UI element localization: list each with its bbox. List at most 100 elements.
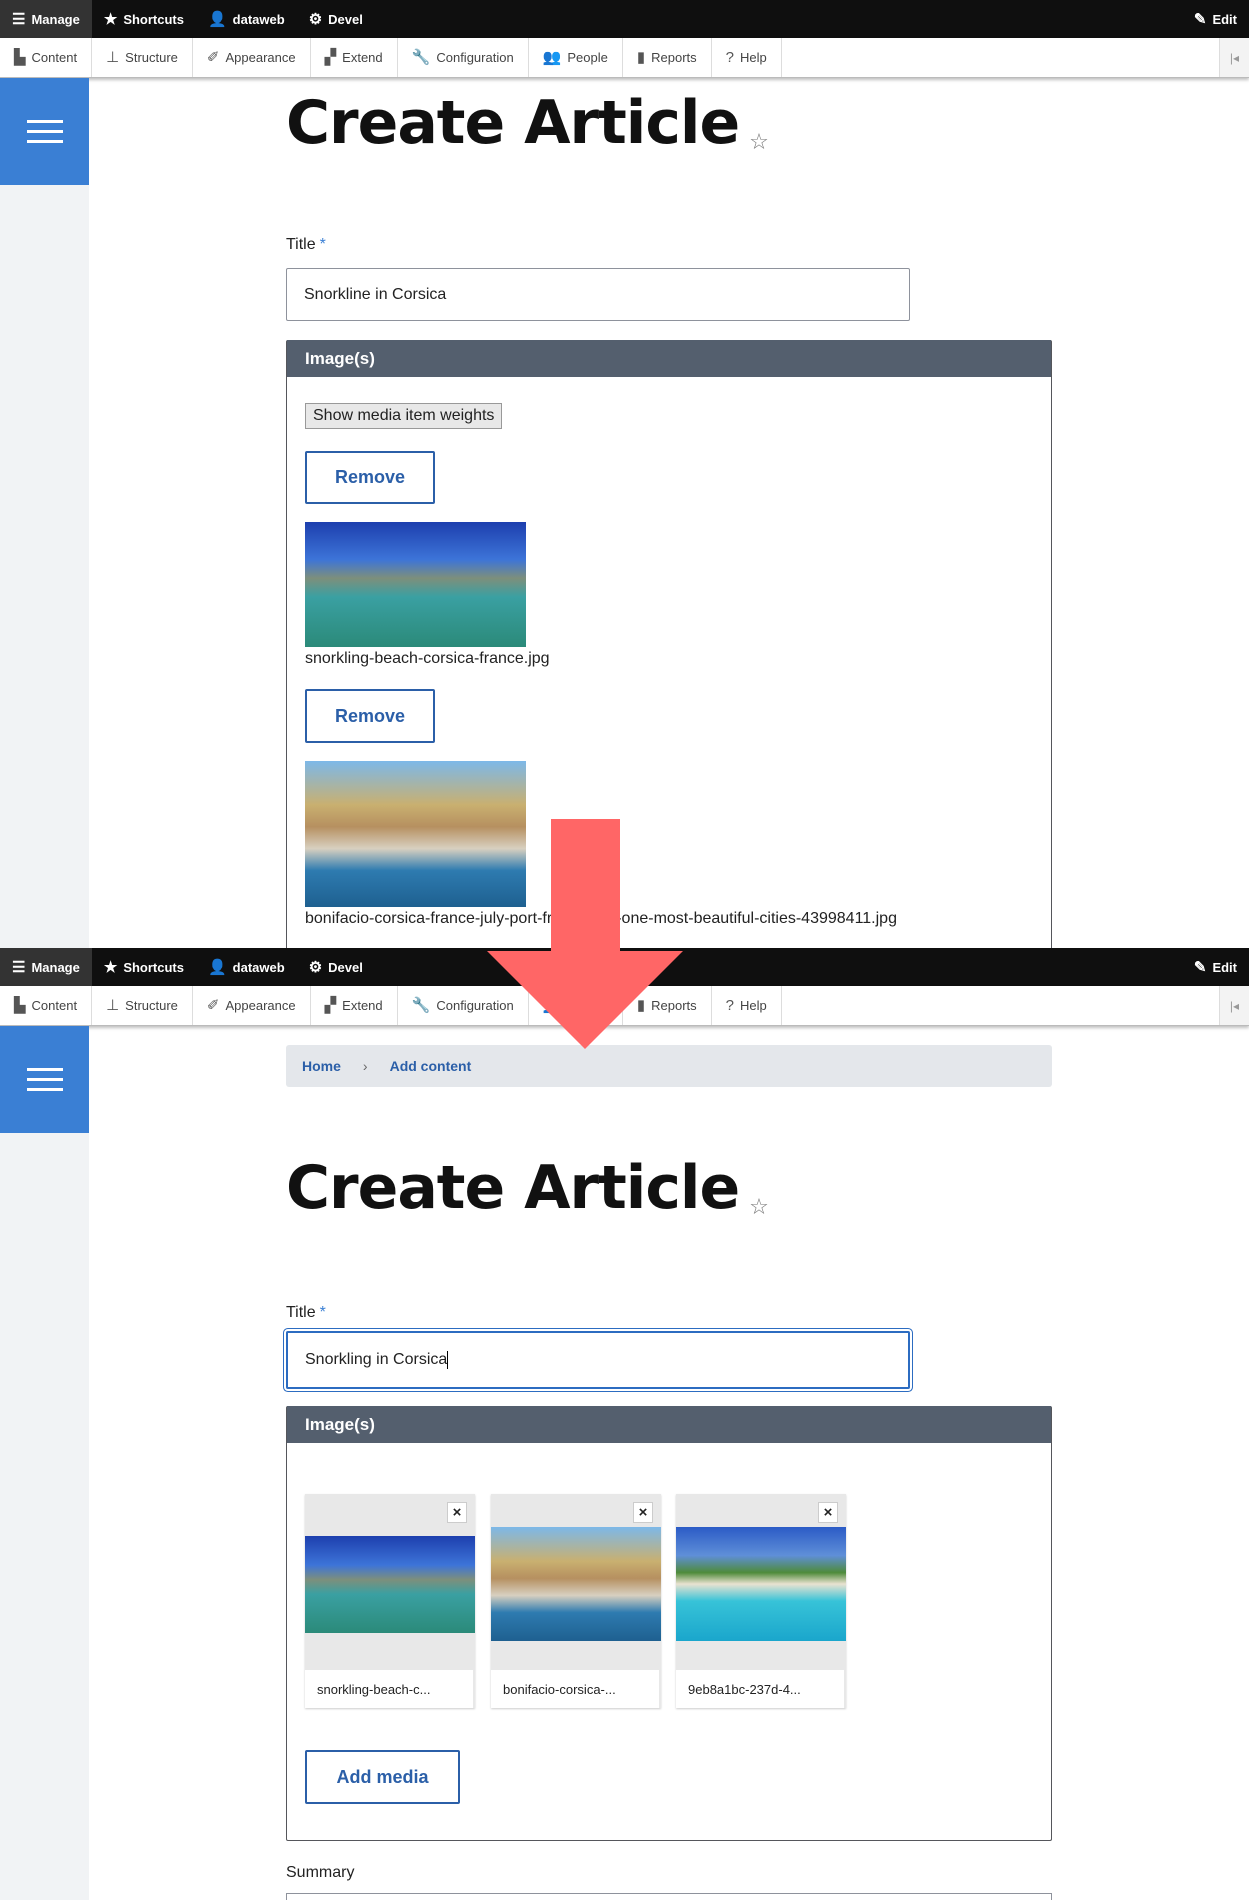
tray-label: Help (739, 50, 767, 65)
images-fieldset: Image(s) × snorkling-beach-c... × bonifa… (286, 1406, 1052, 1841)
star-icon: ★ (103, 10, 118, 28)
toolbar-manage[interactable]: ☰ Manage (0, 948, 92, 986)
shortcut-star-icon[interactable]: ☆ (749, 1195, 769, 1220)
tray-help[interactable]: ? Help (712, 38, 782, 77)
toolbar-edit-label: Edit (1212, 959, 1237, 975)
tray-help[interactable]: ? Help (712, 986, 782, 1025)
toolbar-edit[interactable]: ✎ Edit (1182, 0, 1249, 38)
tray-configuration[interactable]: 🔧 Configuration (398, 38, 529, 77)
remove-media-icon[interactable]: × (818, 1502, 838, 1523)
tray-label: Structure (125, 50, 178, 65)
pencil-icon: ✎ (1193, 10, 1207, 28)
show-weights-button[interactable]: Show media item weights (305, 403, 503, 429)
help-icon: ? (725, 997, 734, 1014)
page-title-text: Create Article (286, 88, 740, 158)
collapse-tray-icon[interactable]: |◂ (1219, 38, 1249, 77)
tray-appearance[interactable]: ✐ Appearance (193, 986, 311, 1025)
tray-content[interactable]: ▙ Content (0, 986, 93, 1025)
user-icon: 👤 (207, 10, 227, 28)
page-title: Create Article ☆ (286, 1153, 769, 1223)
puzzle-icon: ▞ (324, 49, 337, 66)
title-label: Title * (286, 1304, 326, 1322)
sitemap-icon: ⊥ (106, 997, 120, 1014)
toolbar-user[interactable]: 👤 dataweb (196, 0, 297, 38)
file-icon: ▙ (14, 997, 26, 1014)
puzzle-icon: ▞ (324, 997, 337, 1014)
fieldset-legend: Image(s) (287, 340, 1051, 377)
hamburger-menu-icon[interactable] (0, 1026, 89, 1133)
add-media-button[interactable]: Add media (305, 1750, 460, 1804)
summary-label: Summary (286, 1864, 355, 1881)
after-screenshot: ☰ Manage ★ Shortcuts 👤 dataweb ⚙ Devel ✎ Edit… (0, 948, 1249, 1900)
toolbar-devel-label: Devel (328, 11, 363, 27)
file-name: snorkling-beach-corsica-france.jpg (305, 650, 550, 667)
media-name: 9eb8a1bc-237d-4... (676, 1670, 844, 1708)
remove-button[interactable]: Remove (305, 689, 435, 743)
toolbar-shortcuts[interactable]: ★ Shortcuts (92, 0, 196, 38)
title-input-value: Snorkline in Corsica (304, 285, 447, 303)
toolbar-user-label: dataweb (232, 11, 285, 27)
title-label: Title * (286, 236, 326, 254)
toolbar-shortcuts-label: Shortcuts (123, 11, 184, 27)
toolbar-user[interactable]: 👤 dataweb (196, 948, 297, 986)
brush-icon: ✐ (206, 997, 220, 1014)
tray-label: Extend (342, 998, 383, 1013)
tray-people[interactable]: 👥 People (529, 986, 623, 1025)
toolbar-tray: ▙ Content ⊥ Structure ✐ Appearance ▞ Extend … (0, 986, 1249, 1026)
tray-extend[interactable]: ▞ Extend (311, 38, 398, 77)
breadcrumb: Home › Add content (286, 1045, 1052, 1087)
sidebar (0, 1026, 89, 1900)
file-icon: ▙ (14, 49, 26, 66)
brush-icon: ✐ (206, 49, 220, 66)
title-input[interactable]: Snorkline in Corsica (286, 268, 910, 321)
breadcrumb-add-content[interactable]: Add content (390, 1058, 472, 1074)
file-name: bonifacio-corsica-france-july-port-franc… (305, 910, 897, 927)
gear-icon: ⚙ (308, 10, 323, 28)
hamburger-menu-icon[interactable] (0, 78, 89, 185)
wrench-icon: 🔧 (411, 997, 431, 1014)
toolbar-edit[interactable]: ✎ Edit (1182, 948, 1249, 986)
tray-label: Appearance (225, 998, 296, 1013)
tray-content[interactable]: ▙ Content (0, 38, 93, 77)
toolbar-shortcuts[interactable]: ★ Shortcuts (92, 948, 196, 986)
tray-label: Content (31, 50, 78, 65)
menu-icon: ☰ (12, 958, 26, 976)
media-item[interactable]: × 9eb8a1bc-237d-4... (676, 1494, 846, 1708)
shortcut-star-icon[interactable]: ☆ (749, 130, 769, 155)
media-thumbnail (305, 1536, 475, 1633)
tray-extend[interactable]: ▞ Extend (311, 986, 398, 1025)
title-label-text: Title (286, 1304, 316, 1321)
tray-label: Structure (125, 998, 178, 1013)
tray-appearance[interactable]: ✐ Appearance (193, 38, 311, 77)
gear-icon: ⚙ (308, 958, 323, 976)
tray-label: Appearance (225, 50, 296, 65)
toolbar-manage-label: Manage (31, 11, 80, 27)
tray-label: People (567, 50, 608, 65)
summary-input[interactable] (286, 1893, 1052, 1900)
toolbar-shortcuts-label: Shortcuts (123, 959, 184, 975)
media-name: snorkling-beach-c... (305, 1670, 473, 1708)
media-item[interactable]: × bonifacio-corsica-... (491, 1494, 661, 1708)
toolbar-manage[interactable]: ☰ Manage (0, 0, 92, 38)
remove-button[interactable]: Remove (305, 451, 435, 504)
toolbar-devel[interactable]: ⚙ Devel (297, 0, 375, 38)
tray-people[interactable]: 👥 People (529, 38, 623, 77)
tray-structure[interactable]: ⊥ Structure (92, 38, 193, 77)
people-icon: 👥 (542, 49, 562, 66)
tray-label: Reports (651, 50, 697, 65)
tray-structure[interactable]: ⊥ Structure (92, 986, 193, 1025)
tray-reports[interactable]: ▮ Reports (623, 38, 712, 77)
media-item[interactable]: × snorkling-beach-c... (305, 1494, 475, 1708)
title-input[interactable]: Snorkling in Corsica (286, 1331, 910, 1389)
text-cursor (447, 1351, 449, 1369)
tray-configuration[interactable]: 🔧 Configuration (398, 986, 529, 1025)
tray-reports[interactable]: ▮ Reports (623, 986, 712, 1025)
breadcrumb-home[interactable]: Home (302, 1058, 341, 1074)
collapse-tray-icon[interactable]: |◂ (1219, 986, 1249, 1025)
remove-media-icon[interactable]: × (447, 1502, 467, 1523)
remove-media-icon[interactable]: × (633, 1502, 653, 1523)
toolbar-devel[interactable]: ⚙ Devel (297, 948, 375, 986)
tray-label: People (567, 998, 608, 1013)
title-input-value: Snorkling in Corsica (305, 1351, 448, 1368)
media-thumbnail (676, 1527, 846, 1641)
